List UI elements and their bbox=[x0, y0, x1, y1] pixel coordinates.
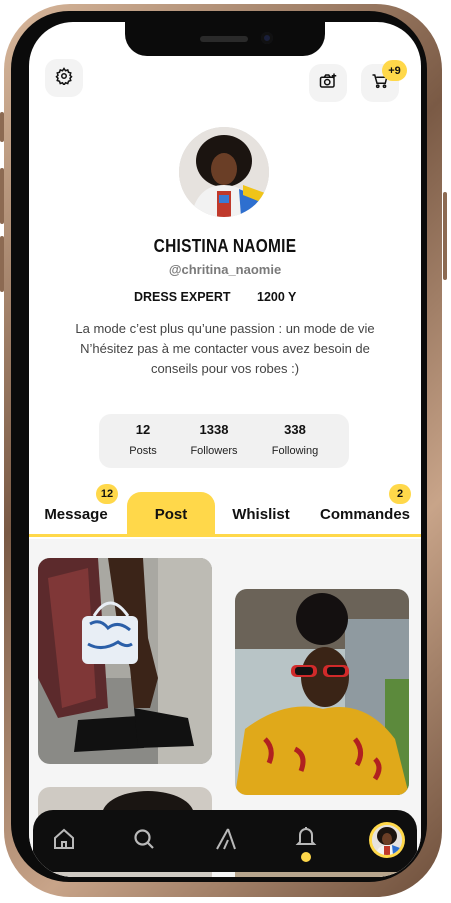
stat-posts[interactable]: 12 Posts bbox=[103, 422, 183, 457]
notification-dot bbox=[301, 852, 311, 862]
volume-down-button bbox=[0, 236, 4, 292]
profile-name: CHISTINA NAOMIE bbox=[153, 236, 297, 256]
post-photo[interactable] bbox=[38, 558, 212, 764]
tab-underline bbox=[29, 534, 421, 537]
brand-logo-icon bbox=[214, 827, 238, 856]
post-photo[interactable] bbox=[235, 589, 409, 795]
home-icon bbox=[52, 827, 76, 856]
gear-icon bbox=[55, 66, 73, 90]
camera-plus-icon bbox=[319, 72, 337, 95]
stat-label: Followers bbox=[190, 445, 238, 457]
profile-handle: @chritina_naomie bbox=[168, 262, 282, 277]
volume-up-button bbox=[0, 168, 4, 224]
profile-bio: La mode c’est plus qu’une passion : un m… bbox=[49, 319, 401, 379]
power-button bbox=[443, 192, 447, 280]
nav-search[interactable] bbox=[129, 826, 159, 856]
commandes-badge: 2 bbox=[389, 484, 411, 504]
stat-followers[interactable]: 1338 Followers bbox=[174, 422, 254, 457]
bio-line: conseils pour vos robes :) bbox=[150, 361, 300, 376]
tab-whislist[interactable]: Whislist bbox=[221, 492, 301, 536]
nav-profile-avatar[interactable] bbox=[369, 822, 405, 858]
tab-label: Message bbox=[44, 505, 108, 523]
tab-label: Whislist bbox=[232, 505, 290, 523]
stat-value: 338 bbox=[284, 422, 306, 437]
profile-tabs: Message Post Whislist Commandes bbox=[29, 492, 421, 536]
notch bbox=[125, 22, 325, 56]
profile-role: DRESS EXPERT bbox=[134, 290, 231, 304]
profile-avatar-thumbnail bbox=[372, 825, 402, 855]
nav-notifications[interactable] bbox=[291, 824, 321, 854]
tab-post[interactable]: Post bbox=[127, 492, 215, 536]
tab-label: Post bbox=[154, 505, 188, 523]
front-camera bbox=[261, 32, 273, 44]
mute-switch bbox=[0, 112, 4, 142]
nav-explore[interactable] bbox=[211, 826, 241, 856]
add-photo-button[interactable] bbox=[309, 64, 347, 102]
nav-home[interactable] bbox=[49, 826, 79, 856]
bio-line: La mode c’est plus qu’une passion : un m… bbox=[75, 321, 375, 336]
settings-button[interactable] bbox=[45, 59, 83, 97]
cart-badge: +9 bbox=[382, 60, 407, 81]
bell-icon bbox=[294, 825, 318, 854]
speaker-grille bbox=[200, 36, 248, 42]
profile-avatar[interactable] bbox=[179, 127, 269, 217]
message-badge: 12 bbox=[96, 484, 118, 504]
stat-following[interactable]: 338 Following bbox=[255, 422, 335, 457]
bio-line: N’hésitez pas à me contacter vous avez b… bbox=[80, 341, 370, 356]
stat-value: 1338 bbox=[199, 422, 229, 437]
stat-label: Following bbox=[271, 445, 319, 457]
profile-years: 1200 Y bbox=[257, 290, 297, 304]
stat-value: 12 bbox=[135, 422, 151, 437]
stat-label: Posts bbox=[129, 445, 157, 457]
tab-label: Commandes bbox=[319, 505, 411, 523]
stats-card: 12 Posts 1338 Followers 338 Following bbox=[99, 414, 349, 468]
app-screen: +9 CHISTINA NAOMIE @chritina_naomie DRES… bbox=[29, 22, 421, 877]
search-icon bbox=[132, 827, 156, 856]
bottom-navbar bbox=[33, 810, 417, 872]
